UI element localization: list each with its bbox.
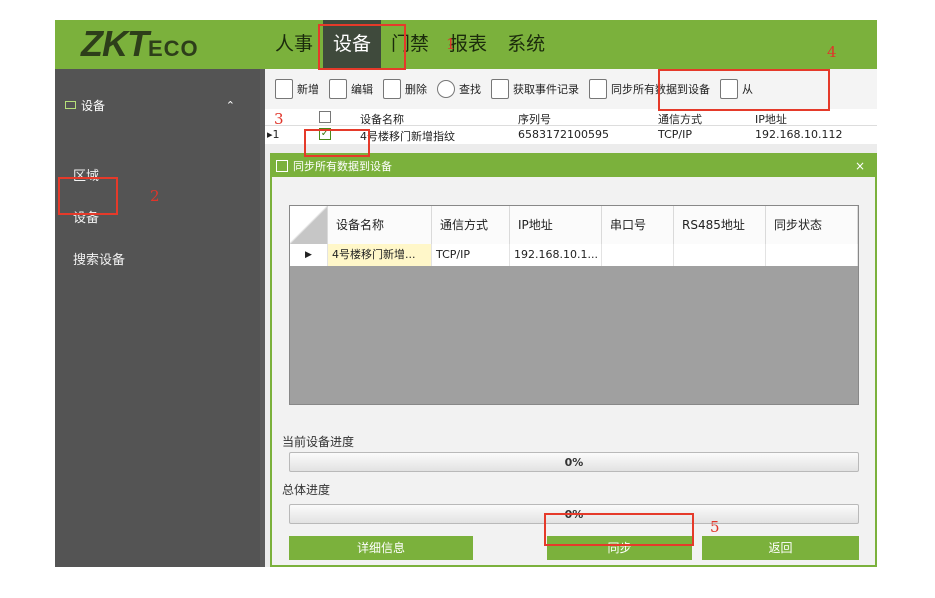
annotation-box-row-checkbox <box>304 129 370 157</box>
annotation-number-5: 5 <box>710 518 720 536</box>
row-rs485 <box>674 244 766 266</box>
add-icon <box>275 79 293 99</box>
annotation-box-nav-device <box>318 24 406 70</box>
col-comm[interactable]: 通信方式 <box>658 111 702 127</box>
search-icon <box>437 80 455 98</box>
row-sync-status <box>766 244 858 266</box>
sync-icon <box>589 79 607 99</box>
sync-icon <box>276 160 288 172</box>
row-ip: 192.168.10.1... <box>510 244 602 266</box>
row-comm: TCP/IP <box>658 128 692 141</box>
col-sync-status[interactable]: 同步状态 <box>766 206 858 244</box>
row-device-name: 4号楼移门新增... <box>328 244 432 266</box>
add-button[interactable]: 新增 <box>275 79 319 99</box>
main-nav: 人事 设备 门禁 报表 系统 <box>265 20 555 69</box>
nav-personnel[interactable]: 人事 <box>265 20 323 69</box>
search-button[interactable]: 查找 <box>437 80 481 98</box>
grid-corner <box>290 206 328 244</box>
device-grid-header: 设备名称 序列号 通信方式 IP地址 <box>265 109 877 126</box>
sidebar-section-label: 设备 <box>81 98 106 113</box>
chevron-up-icon[interactable]: ⌃ <box>226 99 235 112</box>
annotation-box-sync-button <box>544 513 694 546</box>
current-progress-bar: 0% <box>289 452 859 472</box>
sidebar-item-search-device[interactable]: 搜索设备 <box>73 249 125 268</box>
zkteco-logo: ZKTECO <box>81 23 199 64</box>
sync-grid-header: 设备名称 通信方式 IP地址 串口号 RS485地址 同步状态 <box>290 206 858 244</box>
get-events-button[interactable]: 获取事件记录 <box>491 79 579 99</box>
annotation-box-sidebar-device <box>58 177 118 215</box>
annotation-box-sync-all <box>658 69 830 111</box>
close-icon[interactable]: × <box>855 159 865 173</box>
sidebar-section-device[interactable]: 设备 ⌃ <box>65 95 255 115</box>
table-row[interactable]: ▶ 4号楼移门新增... TCP/IP 192.168.10.1... <box>290 244 858 266</box>
col-serial-port[interactable]: 串口号 <box>602 206 674 244</box>
delete-button[interactable]: 删除 <box>383 79 427 99</box>
total-progress-label: 总体进度 <box>282 483 331 497</box>
sync-device-grid: 设备名称 通信方式 IP地址 串口号 RS485地址 同步状态 ▶ 4号楼移门新… <box>289 205 859 405</box>
col-rs485[interactable]: RS485地址 <box>674 206 766 244</box>
current-progress-pct: 0% <box>564 456 584 469</box>
dialog-title: 同步所有数据到设备 <box>293 160 392 173</box>
row-comm: TCP/IP <box>432 244 510 266</box>
row-index: ▸1 <box>267 128 280 141</box>
sync-dialog: 同步所有数据到设备 × 设备名称 通信方式 IP地址 串口号 RS485地址 同… <box>270 153 877 567</box>
annotation-number-3: 3 <box>274 110 284 128</box>
dialog-titlebar: 同步所有数据到设备 × <box>272 155 875 177</box>
col-device-name[interactable]: 设备名称 <box>360 111 404 127</box>
event-icon <box>491 79 509 99</box>
col-serial[interactable]: 序列号 <box>518 111 551 127</box>
col-comm[interactable]: 通信方式 <box>432 206 510 244</box>
nav-system[interactable]: 系统 <box>497 20 555 69</box>
monitor-icon <box>65 101 76 109</box>
row-pointer-icon: ▶ <box>290 244 328 266</box>
annotation-number-2: 2 <box>150 187 160 205</box>
col-ip[interactable]: IP地址 <box>755 111 787 127</box>
row-device-name: 4号楼移门新增指纹 <box>360 130 455 143</box>
top-header: ZKTECO 人事 设备 门禁 报表 系统 <box>55 20 877 69</box>
trash-icon <box>383 79 401 99</box>
row-ip: 192.168.10.112 <box>755 128 843 141</box>
current-progress-label: 当前设备进度 <box>282 435 355 449</box>
annotation-number-1: 1 <box>446 35 456 53</box>
details-button[interactable]: 详细信息 <box>289 536 473 560</box>
annotation-number-4: 4 <box>827 43 837 61</box>
col-ip[interactable]: IP地址 <box>510 206 602 244</box>
select-all-checkbox[interactable] <box>319 111 331 123</box>
edit-icon <box>329 79 347 99</box>
back-button[interactable]: 返回 <box>702 536 859 560</box>
row-serial: 6583172100595 <box>518 128 609 141</box>
edit-button[interactable]: 编辑 <box>329 79 373 99</box>
col-device-name[interactable]: 设备名称 <box>328 206 432 244</box>
row-serial-port <box>602 244 674 266</box>
sidebar: 设备 ⌃ 区域 设备 搜索设备 <box>55 69 260 567</box>
